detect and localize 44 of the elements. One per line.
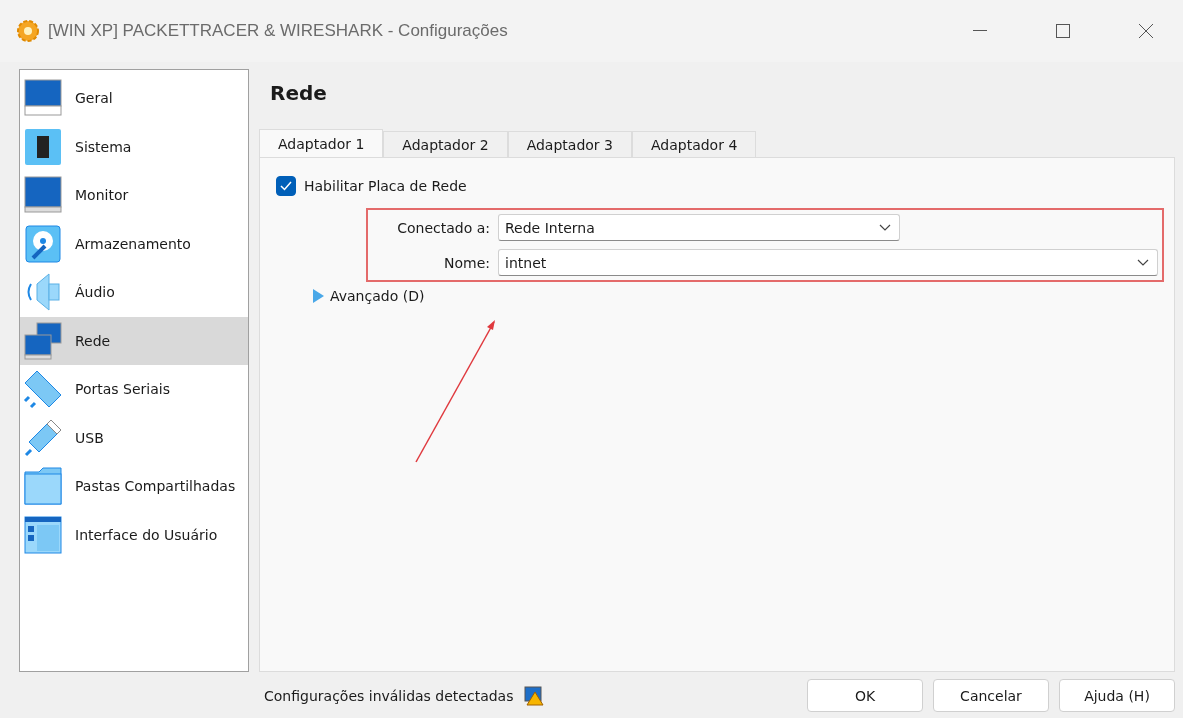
checkbox-label: Habilitar Placa de Rede: [304, 178, 467, 194]
sidebar-item[interactable]: Monitor: [20, 171, 248, 220]
dialog-button[interactable]: OK: [807, 679, 923, 712]
sidebar-item[interactable]: Interface do Usuário: [20, 510, 248, 559]
monitor-icon: [23, 78, 63, 119]
window-title: [WIN XP] PACKETTRACER & WIRESHARK - Configurações: [48, 21, 509, 41]
sidebar-item[interactable]: Armazenamento: [20, 219, 248, 268]
tab[interactable]: Adaptador 2: [383, 131, 508, 158]
dropdown[interactable]: intnet: [498, 249, 1158, 276]
monitor-icon: [23, 175, 63, 216]
sidebar-item[interactable]: Geral: [20, 74, 248, 123]
usb-icon: [23, 417, 63, 458]
sidebar-item[interactable]: USB: [20, 413, 248, 462]
tab[interactable]: Adaptador 1: [259, 129, 384, 158]
checkbox[interactable]: [276, 176, 296, 196]
sidebar-item[interactable]: Rede: [20, 316, 248, 365]
section-heading: Rede: [270, 81, 328, 107]
expander[interactable]: Avançado (D): [312, 288, 425, 304]
sidebar-item[interactable]: Sistema: [20, 122, 248, 171]
field-label: Nome:: [443, 254, 490, 271]
folder-icon: [23, 466, 63, 507]
sidebar-item[interactable]: Portas Seriais: [20, 365, 248, 414]
window-layout-icon: [23, 514, 63, 555]
dialog-button[interactable]: Cancelar: [933, 679, 1049, 712]
sidebar-item[interactable]: Pastas Compartilhadas: [20, 462, 248, 511]
field-label: Conectado a:: [396, 219, 490, 236]
chevron-down-icon: [1137, 258, 1149, 267]
sidebar-item[interactable]: Áudio: [20, 268, 248, 317]
close-icon: [1138, 24, 1153, 38]
warning-icon: [523, 685, 544, 706]
tab[interactable]: Adaptador 3: [507, 131, 632, 158]
network-icon: [23, 320, 63, 361]
chevron-down-icon: [879, 223, 891, 232]
minimize-icon: [972, 30, 987, 32]
tab[interactable]: Adaptador 4: [632, 131, 757, 158]
dialog-button[interactable]: Ajuda (H): [1059, 679, 1175, 712]
gear-icon: [16, 19, 40, 43]
maximize-icon: [1055, 24, 1070, 38]
serial-port-icon: [23, 369, 63, 410]
chip-icon: [23, 126, 63, 167]
checkmark-icon: [280, 181, 292, 191]
triangle-icon: [312, 289, 324, 303]
status-message: Configurações inválidas detectadas: [264, 687, 514, 704]
dropdown[interactable]: Rede Interna: [498, 214, 900, 241]
